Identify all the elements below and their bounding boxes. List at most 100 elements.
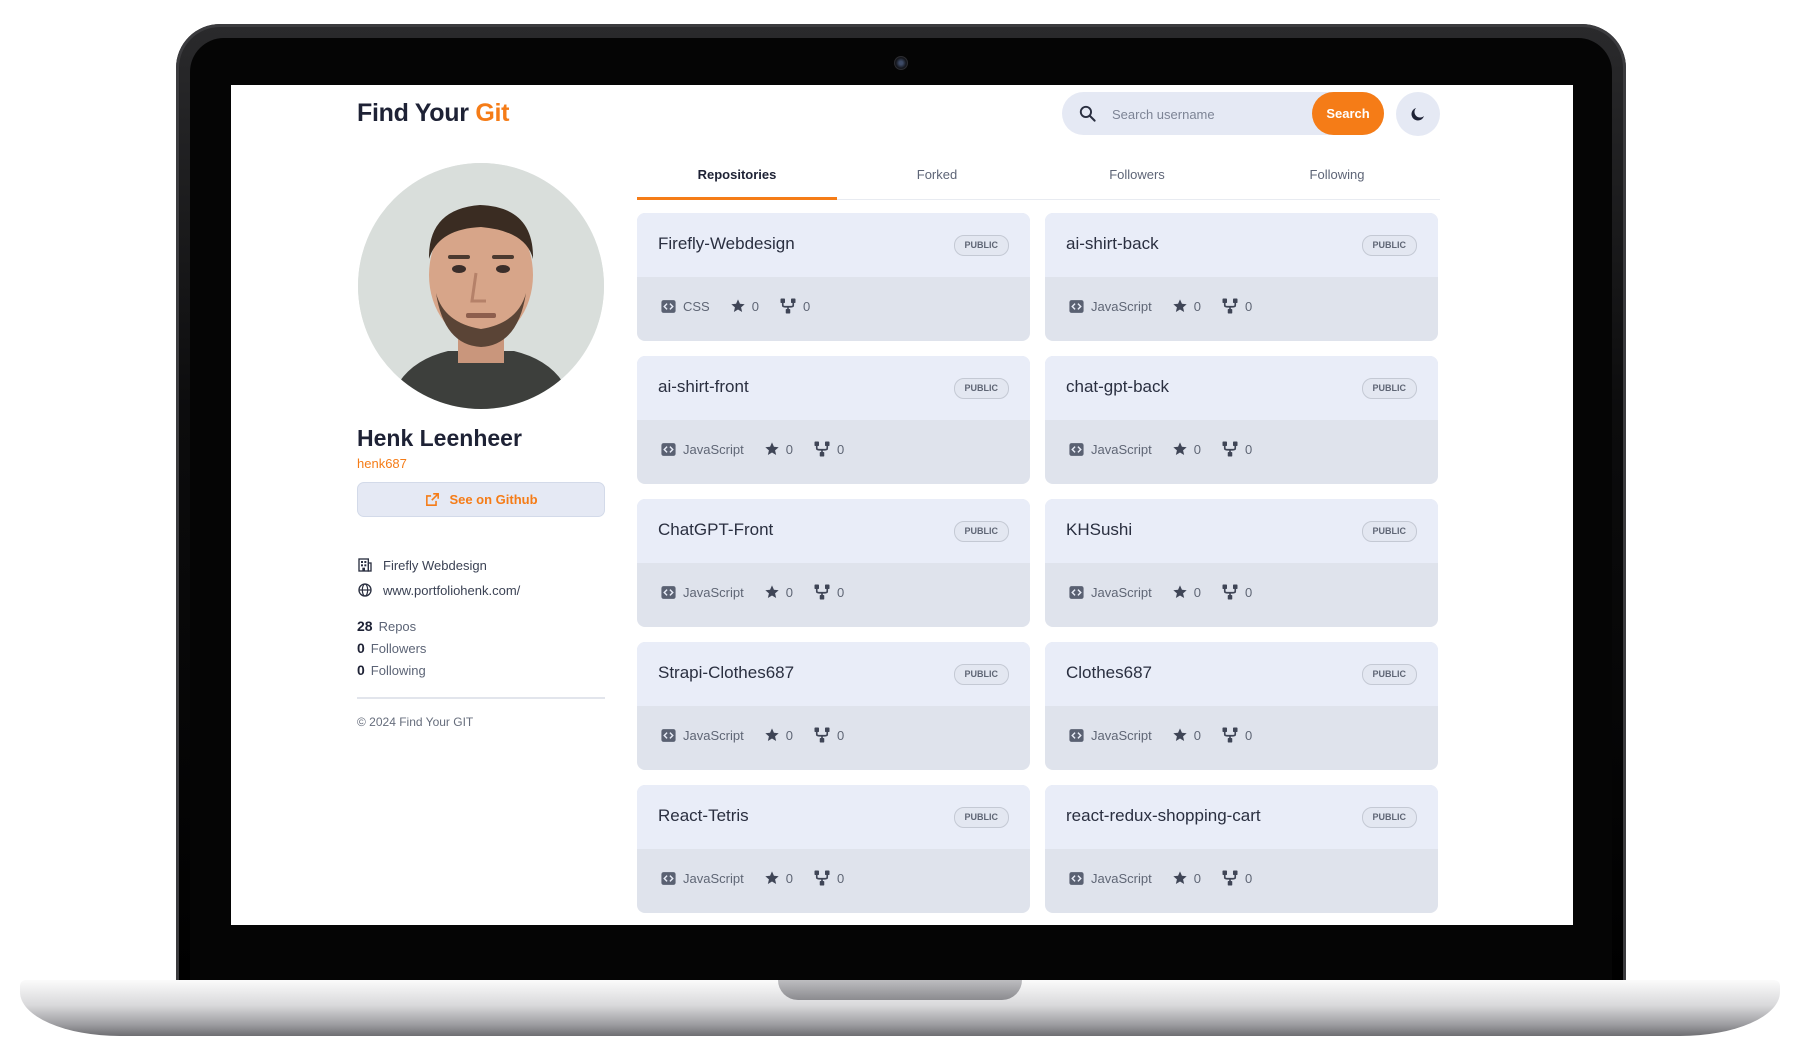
repo-stars-count: 0	[1193, 727, 1201, 743]
repo-forks-count: 0	[836, 441, 845, 457]
repo-card-header: ai-shirt-front PUBLIC	[637, 356, 1030, 420]
repo-meta: JavaScript 0 0	[1068, 726, 1272, 744]
repo-name[interactable]: chat-gpt-back	[1066, 377, 1169, 397]
website-link[interactable]: www.portfoliohenk.com/	[383, 583, 520, 598]
search-icon	[1079, 105, 1096, 122]
repo-forks: 0	[813, 440, 844, 458]
code-icon	[1069, 299, 1084, 313]
repo-name[interactable]: ai-shirt-front	[658, 377, 749, 397]
repo-forks: 0	[813, 583, 844, 601]
visibility-badge: PUBLIC	[1361, 235, 1417, 256]
globe-icon	[358, 583, 372, 597]
repo-name[interactable]: ai-shirt-back	[1066, 234, 1159, 254]
repo-language: JavaScript	[660, 584, 744, 601]
repo-name[interactable]: React-Tetris	[658, 806, 749, 826]
repo-language: JavaScript	[660, 441, 744, 458]
tab-followers[interactable]: Followers	[1037, 151, 1237, 199]
repo-language: JavaScript	[1068, 727, 1152, 744]
repo-language-label: JavaScript	[1091, 584, 1152, 600]
repo-language-label: JavaScript	[1091, 441, 1152, 457]
repo-forks-count: 0	[836, 727, 845, 743]
website-row[interactable]: www.portfoliohenk.com/	[357, 582, 520, 598]
fork-icon	[1222, 298, 1238, 314]
repo-name[interactable]: KHSushi	[1066, 520, 1132, 540]
fork-icon	[780, 298, 796, 314]
visibility-badge: PUBLIC	[1361, 521, 1417, 542]
repo-card[interactable]: ChatGPT-Front PUBLIC JavaScript 0 0	[637, 499, 1030, 627]
repo-forks-count: 0	[836, 584, 845, 600]
repo-forks: 0	[813, 726, 844, 744]
repo-card-header: ai-shirt-back PUBLIC	[1045, 213, 1438, 277]
repo-name[interactable]: Clothes687	[1066, 663, 1152, 683]
repo-stars: 0	[764, 727, 793, 743]
code-icon	[661, 871, 676, 885]
repo-forks: 0	[1221, 583, 1252, 601]
repo-card-header: KHSushi PUBLIC	[1045, 499, 1438, 563]
search-button[interactable]: Search	[1312, 92, 1384, 135]
repo-meta: JavaScript 0 0	[1068, 583, 1272, 601]
fork-icon	[814, 870, 830, 886]
repo-meta: JavaScript 0 0	[660, 869, 864, 887]
repo-forks-count: 0	[1244, 870, 1253, 886]
brand-prefix: Find Your	[357, 99, 469, 127]
repo-stars: 0	[1172, 727, 1201, 743]
repo-forks: 0	[1221, 726, 1252, 744]
stat-followers-count: 0	[357, 640, 365, 656]
repo-language: JavaScript	[660, 870, 744, 887]
repo-language: JavaScript	[1068, 441, 1152, 458]
visibility-badge: PUBLIC	[1361, 378, 1417, 399]
star-icon	[1173, 585, 1187, 598]
repo-card[interactable]: ai-shirt-front PUBLIC JavaScript 0 0	[637, 356, 1030, 484]
webcam	[894, 56, 908, 70]
repo-name[interactable]: react-redux-shopping-cart	[1066, 806, 1261, 826]
repo-stars: 0	[764, 441, 793, 457]
repo-card[interactable]: Firefly-Webdesign PUBLIC CSS 0 0	[637, 213, 1030, 341]
visibility-badge: PUBLIC	[1361, 807, 1417, 828]
repo-card[interactable]: KHSushi PUBLIC JavaScript 0 0	[1045, 499, 1438, 627]
repo-meta: JavaScript 0 0	[660, 440, 864, 458]
star-icon	[765, 585, 779, 598]
repo-name[interactable]: ChatGPT-Front	[658, 520, 773, 540]
tab-forked[interactable]: Forked	[837, 151, 1037, 199]
tab-following[interactable]: Following	[1237, 151, 1437, 199]
avatar-portrait	[358, 163, 604, 409]
repo-language: CSS	[660, 298, 710, 315]
repo-meta: JavaScript 0 0	[660, 726, 864, 744]
tab-repositories[interactable]: Repositories	[637, 151, 837, 200]
tab-bar: Repositories Forked Followers Following	[637, 151, 1440, 200]
visibility-badge: PUBLIC	[953, 235, 1009, 256]
company-row: Firefly Webdesign	[357, 557, 487, 573]
brand-logo[interactable]: Find Your Git	[357, 99, 509, 128]
fork-icon	[1222, 584, 1238, 600]
external-link-icon	[426, 493, 440, 506]
code-icon	[1069, 871, 1084, 885]
star-icon	[731, 299, 745, 312]
repo-language-label: JavaScript	[683, 727, 744, 743]
code-icon	[1069, 728, 1084, 742]
theme-toggle-button[interactable]	[1396, 92, 1440, 136]
repo-language: JavaScript	[1068, 298, 1152, 315]
repo-card-header: ChatGPT-Front PUBLIC	[637, 499, 1030, 563]
repo-stars: 0	[764, 584, 793, 600]
repo-card-header: chat-gpt-back PUBLIC	[1045, 356, 1438, 420]
repo-card[interactable]: ai-shirt-back PUBLIC JavaScript 0 0	[1045, 213, 1438, 341]
laptop-notch	[778, 980, 1022, 1000]
repo-name[interactable]: Firefly-Webdesign	[658, 234, 795, 254]
repo-forks-count: 0	[1244, 298, 1253, 314]
brand-accent: Git	[475, 99, 510, 127]
repo-card[interactable]: React-Tetris PUBLIC JavaScript 0 0	[637, 785, 1030, 913]
star-icon	[765, 871, 779, 884]
repo-forks-count: 0	[1244, 584, 1253, 600]
repo-card[interactable]: chat-gpt-back PUBLIC JavaScript 0 0	[1045, 356, 1438, 484]
code-icon	[661, 585, 676, 599]
search-input[interactable]	[1110, 92, 1304, 137]
repo-card[interactable]: Clothes687 PUBLIC JavaScript 0 0	[1045, 642, 1438, 770]
see-on-github-button[interactable]: See on Github	[357, 482, 605, 517]
stat-following-count: 0	[357, 662, 365, 678]
repo-card[interactable]: react-redux-shopping-cart PUBLIC JavaScrip…	[1045, 785, 1438, 913]
repo-forks-count: 0	[802, 298, 811, 314]
repo-card[interactable]: Strapi-Clothes687 PUBLIC JavaScript 0 0	[637, 642, 1030, 770]
repo-meta: JavaScript 0 0	[660, 583, 864, 601]
repo-meta: JavaScript 0 0	[1068, 869, 1272, 887]
repo-name[interactable]: Strapi-Clothes687	[658, 663, 794, 683]
